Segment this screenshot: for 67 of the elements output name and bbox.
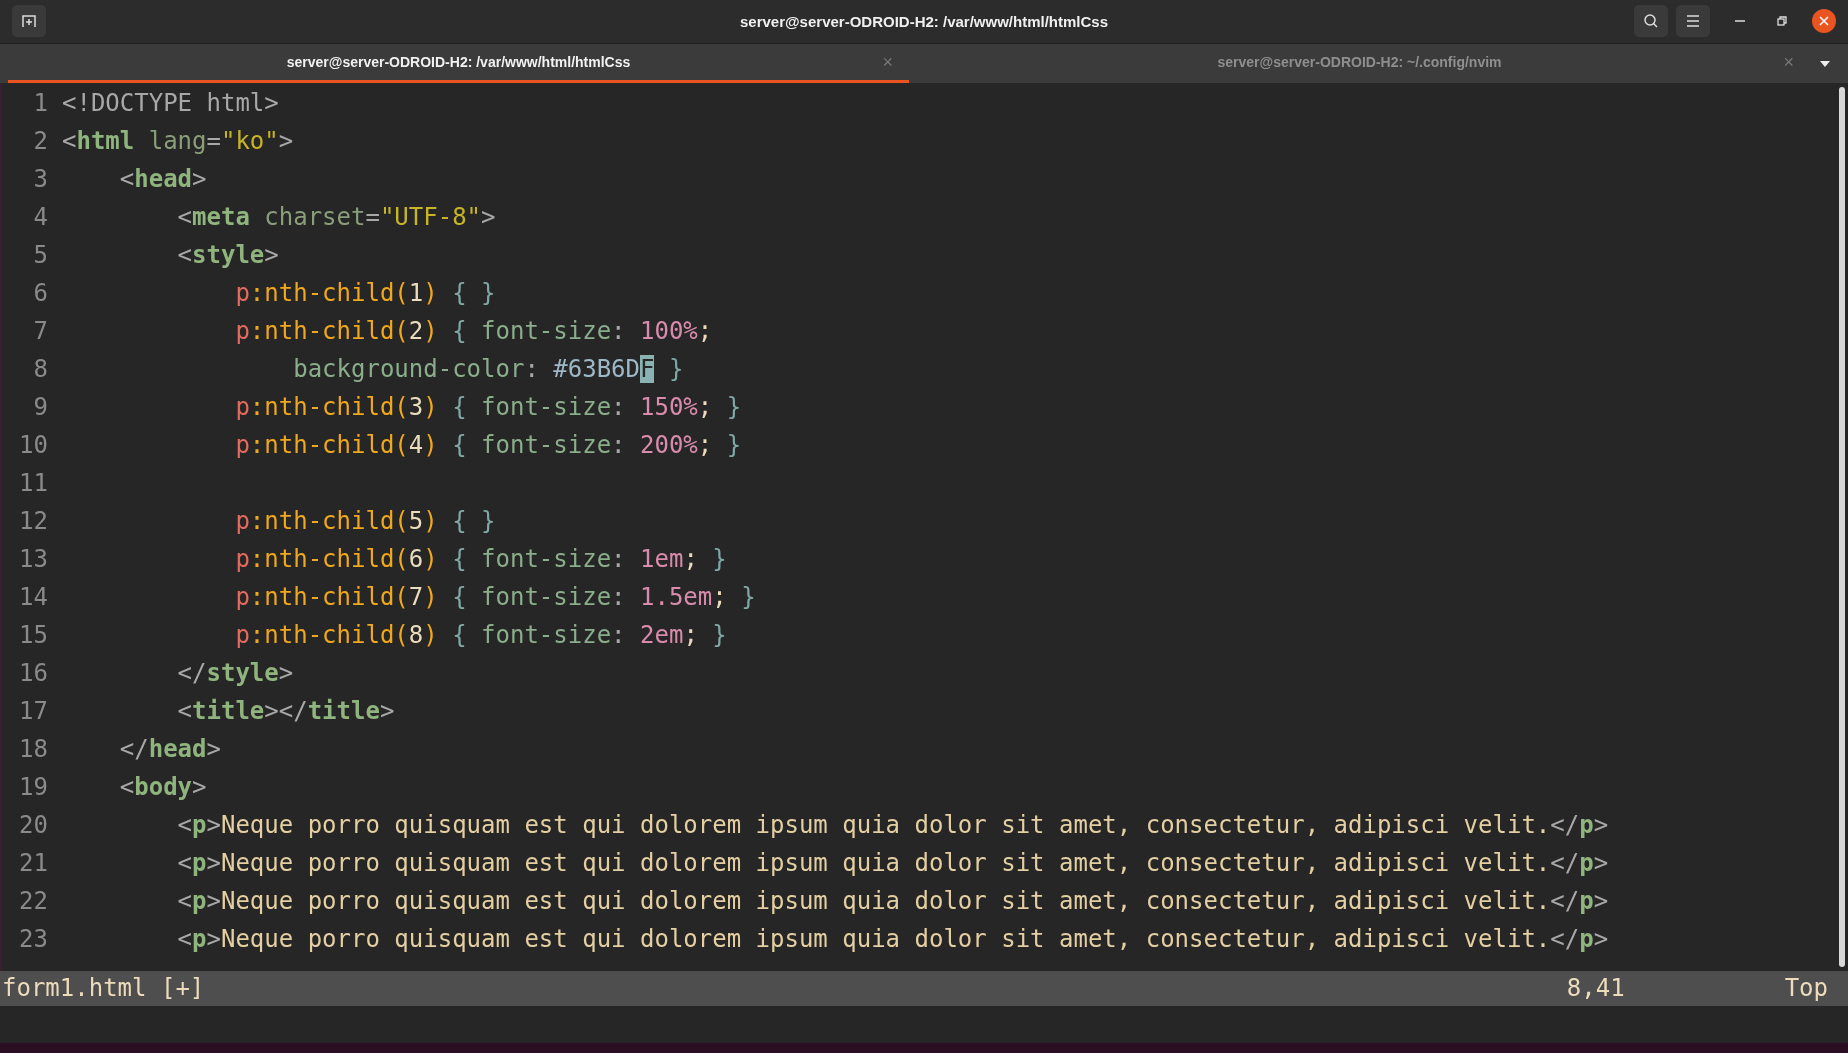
code-line: p:nth-child(8) { font-size: 2em; }: [234, 621, 727, 650]
line-number: 21: [18, 849, 48, 878]
tab-title: server@server-ODROID-H2: ~/.config/nvim: [1217, 54, 1502, 71]
code-line: p:nth-child(6) { font-size: 1em; }: [234, 545, 727, 574]
search-icon: [1643, 13, 1659, 30]
tab-close-button[interactable]: ×: [1779, 51, 1798, 73]
code-line: <html lang="ko">: [62, 127, 294, 156]
line-number: 23: [18, 925, 48, 954]
line-number: 4: [32, 203, 48, 232]
menu-icon: [1685, 14, 1701, 29]
terminal-tab[interactable]: server@server-ODROID-H2: /var/www/html/htmlCss ×: [8, 43, 909, 84]
close-icon: [1819, 16, 1829, 27]
new-tab-icon: [21, 13, 37, 30]
terminal-tab[interactable]: server@server-ODROID-H2: ~/.config/nvim ×: [909, 43, 1810, 84]
search-button[interactable]: [1634, 5, 1668, 38]
code-line: background-color: #63B6DF }: [292, 355, 684, 384]
tab-close-button[interactable]: ×: [878, 51, 897, 73]
code-line: </head>: [118, 735, 221, 764]
menu-button[interactable]: [1676, 5, 1710, 38]
line-number: 18: [18, 735, 48, 764]
code-line: p:nth-child(1) { }: [234, 279, 496, 308]
minimize-icon: [1735, 20, 1745, 23]
code-line: <title></title>: [176, 697, 395, 726]
line-number: 13: [18, 545, 48, 574]
code-line: <head>: [118, 165, 207, 194]
line-number: 16: [18, 659, 48, 688]
line-number: 3: [32, 165, 48, 194]
caret-icon: [1820, 60, 1830, 67]
line-number: 1: [32, 89, 48, 118]
line-number: 5: [32, 241, 48, 270]
code-line: p:nth-child(5) { }: [234, 507, 496, 536]
close-button[interactable]: [1812, 9, 1836, 34]
line-number: 17: [18, 697, 48, 726]
scrollbar-thumb[interactable]: [1839, 87, 1845, 968]
code-line: <!DOCTYPE html>: [62, 89, 279, 118]
cursor-position: 8,41: [1566, 974, 1625, 1003]
code-line: <p>Neque porro quisquam est qui dolorem ipsum quia dolor sit amet, consectetur, adipisci velit.</p>: [176, 811, 1609, 840]
scroll-position: Top: [1784, 974, 1828, 1003]
code-line: <p>Neque porro quisquam est qui dolorem ipsum quia dolor sit amet, consectetur, adipisci velit.</p>: [176, 925, 1609, 954]
line-number: 22: [18, 887, 48, 916]
code-line: p:nth-child(2) { font-size: 100%;: [234, 317, 713, 346]
restore-icon: [1777, 16, 1787, 27]
line-number: 15: [18, 621, 48, 650]
file-name: form1.html [+]: [2, 974, 205, 1003]
code-line: p:nth-child(4) { font-size: 200%; }: [234, 431, 742, 460]
line-number: 9: [32, 393, 48, 422]
line-number: 10: [18, 431, 48, 460]
line-number: 11: [18, 469, 48, 498]
new-tab-button[interactable]: [12, 5, 46, 38]
code-line: <p>Neque porro quisquam est qui dolorem ipsum quia dolor sit amet, consectetur, adipisci velit.</p>: [176, 887, 1609, 916]
line-number: 8: [32, 355, 48, 384]
code-line: <p>Neque porro quisquam est qui dolorem ipsum quia dolor sit amet, consectetur, adipisci velit.</p>: [176, 849, 1609, 878]
code-line: p:nth-child(3) { font-size: 150%; }: [234, 393, 742, 422]
line-number: 19: [18, 773, 48, 802]
code-line: p:nth-child(7) { font-size: 1.5em; }: [234, 583, 756, 612]
code-line: <body>: [118, 773, 207, 802]
line-number: 12: [18, 507, 48, 536]
tab-title: server@server-ODROID-H2: /var/www/html/htmlCss: [286, 54, 631, 71]
line-number: 14: [18, 583, 48, 612]
code-line: <meta charset="UTF-8">: [176, 203, 496, 232]
line-number: 7: [32, 317, 48, 346]
line-number: 20: [18, 811, 48, 840]
code-line: </style>: [176, 659, 294, 688]
line-number: 6: [32, 279, 48, 308]
line-number: 2: [32, 127, 48, 156]
code-line: <style>: [176, 241, 279, 270]
window-title: server@server-ODROID-H2: /var/www/html/htmlCss: [739, 12, 1109, 30]
